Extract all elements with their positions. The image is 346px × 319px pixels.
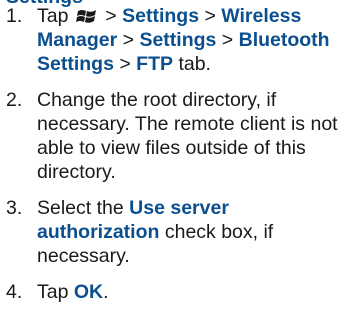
separator: >	[122, 29, 135, 51]
step-2: 2. Change the root directory, if necessa…	[6, 88, 342, 184]
ui-term-ftp: FTP	[136, 53, 174, 75]
step-word: Select the	[37, 197, 124, 219]
step-word: .	[103, 281, 109, 303]
ui-term-ok: OK	[73, 281, 104, 303]
instruction-steps: 1. Tap > Settings > Wireless Manager > S…	[6, 4, 342, 316]
separator: >	[119, 53, 131, 75]
step-number: 3.	[6, 197, 23, 219]
windows-start-icon	[75, 10, 96, 23]
step-text: Select the Use server authorization chec…	[37, 196, 342, 268]
step-text: Tap > Settings > Wireless Manager > Sett…	[37, 4, 342, 76]
step-number: 2.	[6, 89, 23, 111]
step-number: 4.	[6, 281, 23, 303]
step-word: Tap	[37, 281, 69, 303]
step-text: Change the root directory, if necessary.…	[37, 89, 338, 183]
ui-term-settings: Settings	[122, 5, 200, 27]
step-1: 1. Tap > Settings > Wireless Manager > S…	[6, 4, 342, 76]
separator: >	[105, 5, 117, 27]
step-number: 1.	[6, 5, 23, 27]
step-word: tab.	[178, 53, 211, 75]
step-text: Tap OK.	[37, 280, 342, 304]
step-word: Tap	[37, 5, 69, 27]
step-3: 3. Select the Use server authorization c…	[6, 196, 342, 268]
separator: >	[204, 5, 216, 27]
step-4: 4. Tap OK.	[6, 280, 342, 304]
ui-term-settings: Settings	[139, 29, 217, 51]
separator: >	[221, 29, 234, 51]
